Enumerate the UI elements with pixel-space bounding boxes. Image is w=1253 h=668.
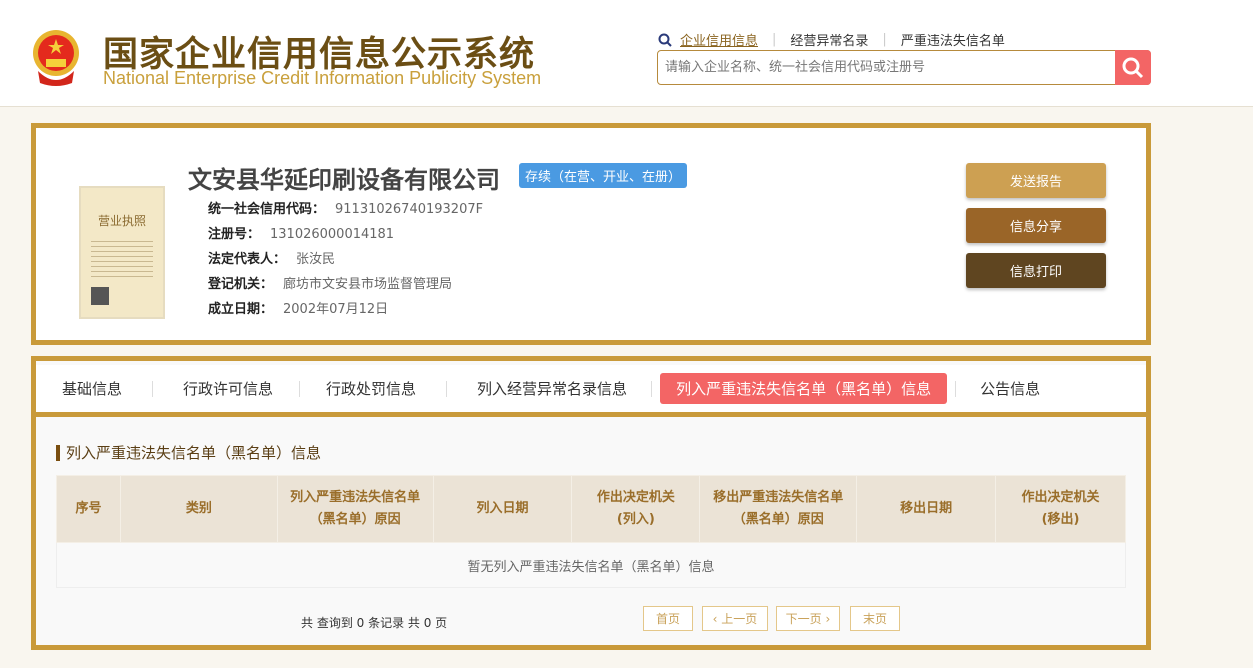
tab-blacklist[interactable]: 列入严重违法失信名单（黑名单）信息 bbox=[660, 373, 948, 404]
business-license-image[interactable]: 营业执照 bbox=[79, 186, 165, 319]
empty-message: 暂无列入严重违法失信名单（黑名单）信息 bbox=[56, 542, 1126, 588]
tab-license[interactable]: 行政许可信息 bbox=[167, 373, 289, 404]
field-credit-code: 统一社会信用代码： 91131026740193207F bbox=[208, 202, 484, 217]
nav-blacklist[interactable]: 严重违法失信名单 bbox=[901, 30, 1005, 49]
col-type: 类别 bbox=[119, 475, 278, 543]
detail-card: 基础信息 行政许可信息 行政处罚信息 列入经营异常名录信息 列入严重违法失信名单… bbox=[31, 356, 1151, 650]
col-reason-in: 列入严重违法失信名单（黑名单）原因 bbox=[276, 475, 434, 543]
search-icon bbox=[1122, 57, 1144, 78]
pager-info: 共 查询到 0 条记录 共 0 页 bbox=[301, 616, 448, 630]
divider: | bbox=[772, 32, 777, 47]
nav-credit-info[interactable]: 企业信用信息 bbox=[680, 30, 758, 49]
tab-announcement[interactable]: 公告信息 bbox=[964, 373, 1056, 404]
national-emblem-icon bbox=[33, 30, 79, 86]
last-page-button[interactable]: 末页 bbox=[850, 606, 900, 631]
divider: | bbox=[882, 32, 887, 47]
company-name: 文安县华延印刷设备有限公司 bbox=[188, 166, 500, 194]
field-legal-rep: 法定代表人： 张汝民 bbox=[208, 252, 336, 267]
col-reason-out: 移出严重违法失信名单（黑名单）原因 bbox=[699, 475, 858, 543]
blacklist-table: 序号 类别 列入严重违法失信名单（黑名单）原因 列入日期 作出决定机关(列入) … bbox=[56, 475, 1126, 588]
first-page-button[interactable]: 首页 bbox=[643, 606, 693, 631]
col-date-out: 移出日期 bbox=[856, 475, 997, 543]
table-row: 暂无列入严重违法失信名单（黑名单）信息 bbox=[56, 542, 1126, 588]
top-nav: 企业信用信息 | 经营异常名录 | 严重违法失信名单 bbox=[658, 30, 1005, 49]
nav-abnormal-list[interactable]: 经营异常名录 bbox=[790, 30, 868, 49]
print-button[interactable]: 信息打印 bbox=[966, 253, 1106, 288]
tab-abnormal[interactable]: 列入经营异常名录信息 bbox=[461, 373, 643, 404]
section-title: 列入严重违法失信名单（黑名单）信息 bbox=[56, 445, 321, 461]
col-authority-out: 作出决定机关(移出) bbox=[995, 475, 1126, 543]
share-button[interactable]: 信息分享 bbox=[966, 208, 1106, 243]
send-report-button[interactable]: 发送报告 bbox=[966, 163, 1106, 198]
tab-bar: 基础信息 行政许可信息 行政处罚信息 列入经营异常名录信息 列入严重违法失信名单… bbox=[36, 365, 1146, 417]
search-input[interactable] bbox=[658, 51, 1108, 84]
site-header: 国家企业信用信息公示系统 National Enterprise Credit … bbox=[0, 0, 1253, 107]
search-icon bbox=[658, 33, 672, 47]
search-button[interactable] bbox=[1115, 50, 1151, 85]
col-authority-in: 作出决定机关(列入) bbox=[571, 475, 701, 543]
tab-basic[interactable]: 基础信息 bbox=[46, 373, 138, 404]
status-badge: 存续（在营、开业、在册） bbox=[519, 163, 688, 188]
col-index: 序号 bbox=[56, 475, 121, 543]
prev-page-button[interactable]: ‹ 上一页 bbox=[702, 606, 768, 631]
site-subtitle: National Enterprise Credit Information P… bbox=[103, 68, 542, 88]
tab-penalty[interactable]: 行政处罚信息 bbox=[310, 373, 432, 404]
license-title: 营业执照 bbox=[97, 214, 146, 228]
table-header: 序号 类别 列入严重违法失信名单（黑名单）原因 列入日期 作出决定机关(列入) … bbox=[56, 475, 1126, 543]
field-reg-no: 注册号： 131026000014181 bbox=[208, 227, 395, 242]
field-est-date: 成立日期： 2002年07月12日 bbox=[208, 302, 389, 317]
next-page-button[interactable]: 下一页 › bbox=[776, 606, 840, 631]
col-date-in: 列入日期 bbox=[432, 475, 573, 543]
search-box bbox=[657, 50, 1151, 85]
company-card: 营业执照 文安县华延印刷设备有限公司 存续（在营、开业、在册） 统一社会信用代码… bbox=[31, 123, 1151, 345]
field-authority: 登记机关： 廊坊市文安县市场监督管理局 bbox=[208, 277, 453, 292]
